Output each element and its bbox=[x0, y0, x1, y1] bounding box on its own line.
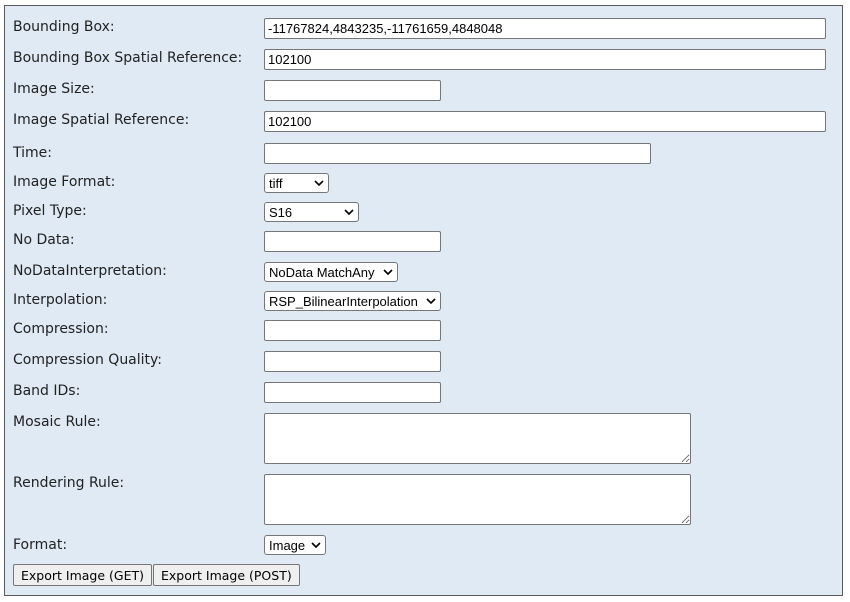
pixel-type-select[interactable]: S16 bbox=[264, 202, 359, 222]
format-select[interactable]: Image bbox=[264, 535, 326, 555]
format-label: Format: bbox=[13, 537, 68, 553]
time-label: Time: bbox=[13, 145, 52, 161]
export-image-form: Bounding Box: Bounding Box Spatial Refer… bbox=[4, 5, 843, 596]
mosaic-rule-label: Mosaic Rule: bbox=[13, 414, 101, 430]
image-size-input[interactable] bbox=[264, 80, 441, 101]
rendering-rule-textarea[interactable] bbox=[264, 474, 691, 525]
compression-input[interactable] bbox=[264, 320, 441, 341]
chevron-down-icon bbox=[381, 265, 395, 279]
no-data-interpretation-select[interactable]: NoData MatchAny bbox=[264, 262, 398, 282]
pixel-type-value: S16 bbox=[269, 204, 293, 220]
chevron-down-icon bbox=[342, 205, 356, 219]
chevron-down-icon bbox=[309, 538, 323, 552]
no-data-input[interactable] bbox=[264, 231, 441, 252]
image-format-select[interactable]: tiff bbox=[264, 173, 329, 193]
chevron-down-icon bbox=[424, 294, 438, 308]
image-spatial-reference-input[interactable] bbox=[264, 111, 826, 132]
compression-quality-input[interactable] bbox=[264, 351, 441, 372]
format-value: Image bbox=[269, 537, 306, 553]
interpolation-value: RSP_BilinearInterpolation bbox=[269, 293, 418, 309]
image-spatial-reference-label: Image Spatial Reference: bbox=[13, 112, 190, 128]
image-format-label: Image Format: bbox=[13, 174, 116, 190]
export-image-get-button[interactable]: Export Image (GET) bbox=[13, 564, 152, 586]
pixel-type-label: Pixel Type: bbox=[13, 203, 87, 219]
bounding-box-input[interactable] bbox=[264, 18, 826, 39]
bbox-spatial-reference-input[interactable] bbox=[264, 49, 826, 70]
no-data-interpretation-label: NoDataInterpretation: bbox=[13, 263, 167, 279]
interpolation-label: Interpolation: bbox=[13, 292, 108, 308]
bbox-spatial-reference-label: Bounding Box Spatial Reference: bbox=[13, 50, 243, 66]
band-ids-label: Band IDs: bbox=[13, 383, 81, 399]
rendering-rule-label: Rendering Rule: bbox=[13, 475, 125, 491]
compression-label: Compression: bbox=[13, 321, 109, 337]
no-data-interpretation-value: NoData MatchAny bbox=[269, 264, 375, 280]
time-input[interactable] bbox=[264, 143, 651, 164]
image-size-label: Image Size: bbox=[13, 81, 95, 97]
export-image-post-button[interactable]: Export Image (POST) bbox=[153, 564, 300, 586]
no-data-label: No Data: bbox=[13, 232, 75, 248]
mosaic-rule-textarea[interactable] bbox=[264, 413, 691, 464]
interpolation-select[interactable]: RSP_BilinearInterpolation bbox=[264, 291, 441, 311]
band-ids-input[interactable] bbox=[264, 382, 441, 403]
bounding-box-label: Bounding Box: bbox=[13, 19, 115, 35]
compression-quality-label: Compression Quality: bbox=[13, 352, 163, 368]
image-format-value: tiff bbox=[269, 175, 283, 191]
chevron-down-icon bbox=[312, 176, 326, 190]
